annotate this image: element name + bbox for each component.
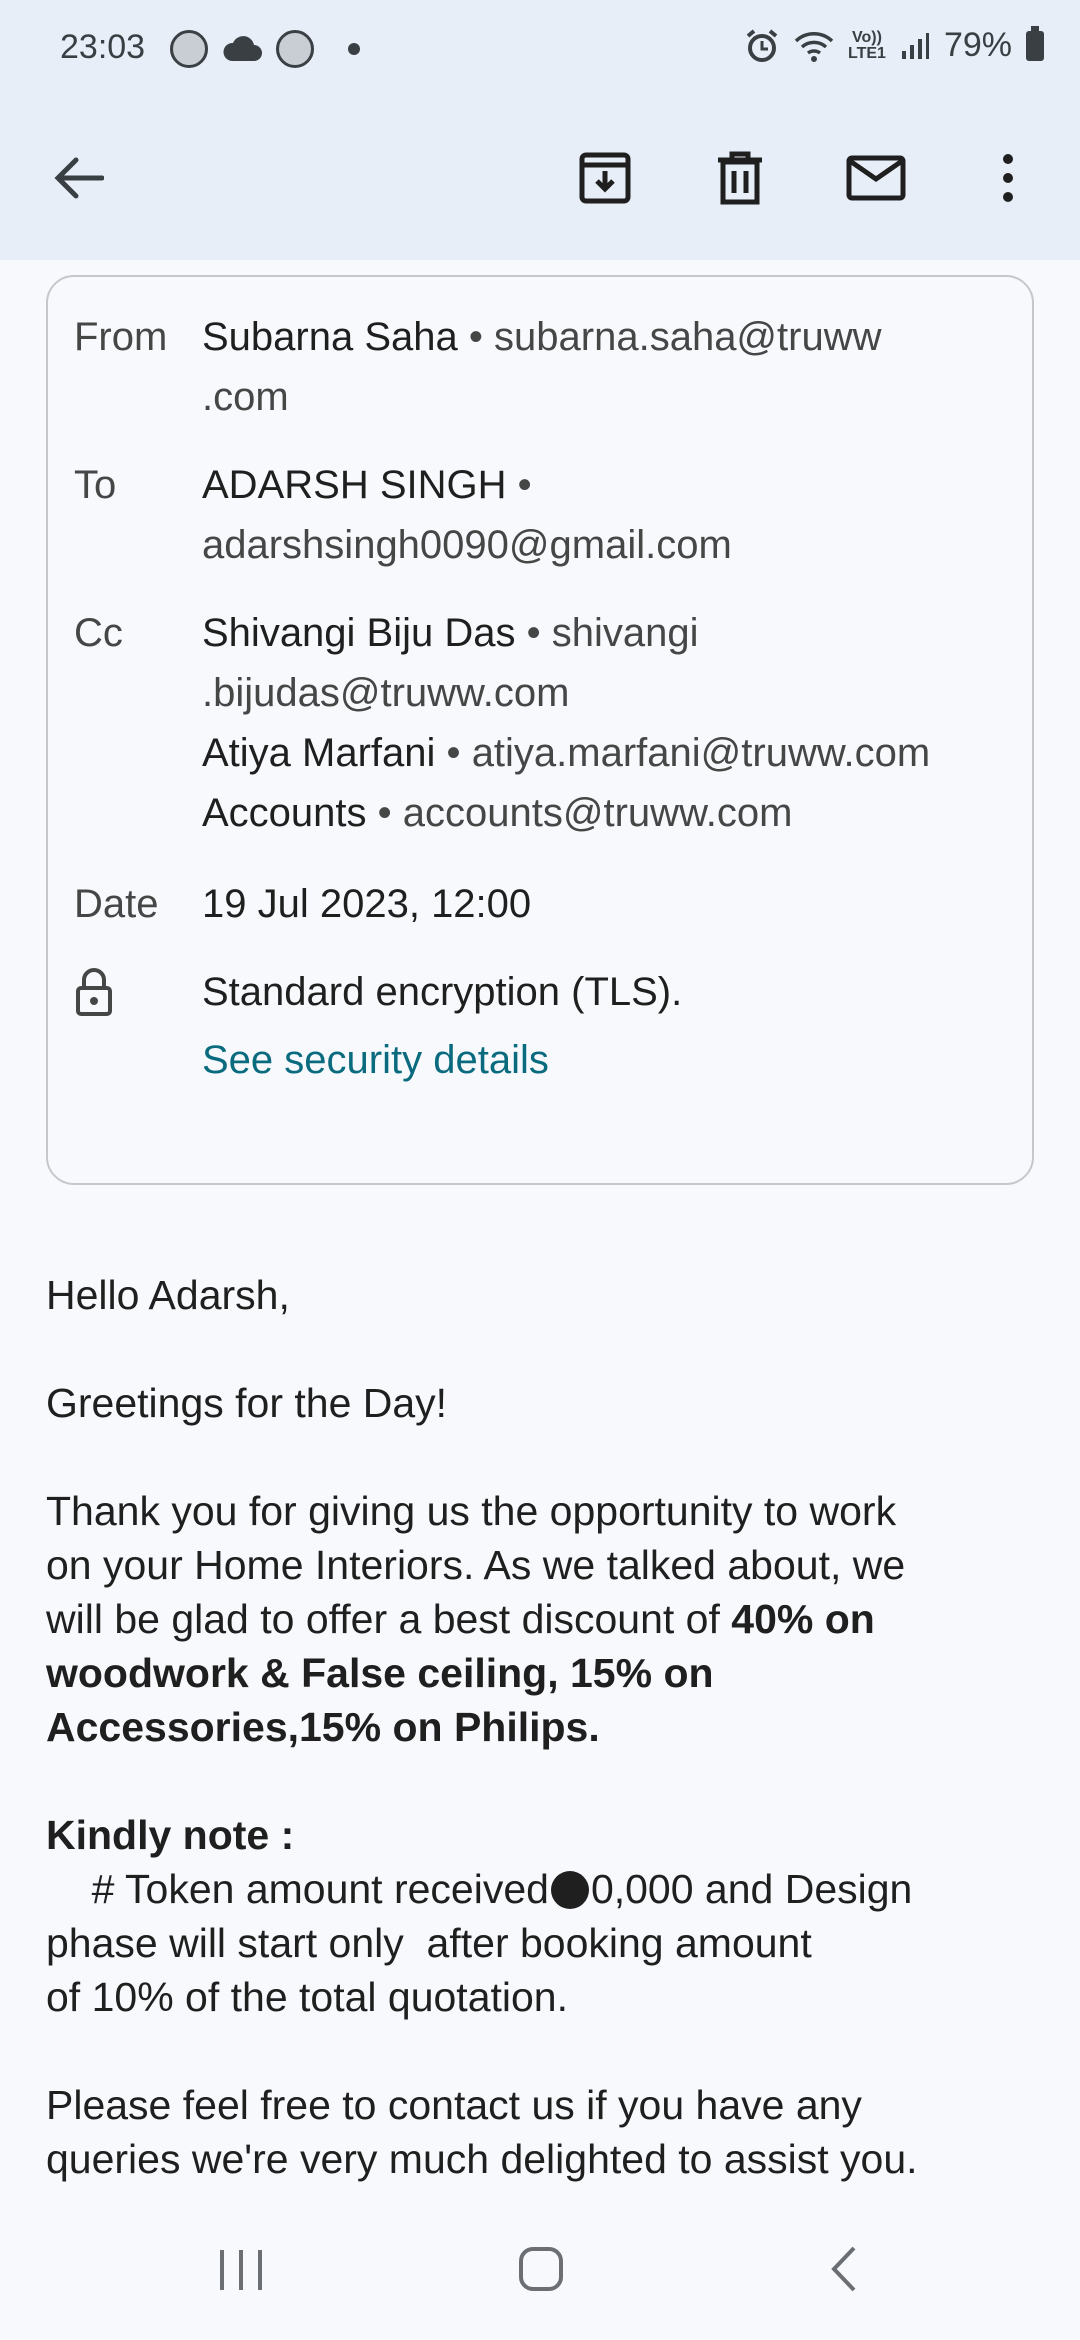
system-nav-bar <box>0 2200 1080 2340</box>
security-details-link[interactable]: See security details <box>202 1030 549 1090</box>
message-body: Hello Adarsh, Greetings for the Day! Tha… <box>46 1268 1066 2186</box>
sender-email-cont[interactable]: .com <box>202 375 289 419</box>
to-label: To <box>74 463 117 507</box>
body-line: woodwork & False ceiling, 15% on <box>46 1650 714 1696</box>
status-bar: 23:03 Vo)) LTE1 79% <box>0 0 1080 100</box>
cloud-icon <box>223 36 262 61</box>
app-notification-icon <box>276 30 314 68</box>
separator-dot: • <box>468 315 483 359</box>
body-line: Accessories,15% on Philips. <box>46 1704 600 1750</box>
back-icon[interactable] <box>826 2244 860 2294</box>
body-line: of 10% of the total quotation. <box>46 1974 568 2020</box>
note-heading: Kindly note : <box>46 1812 295 1858</box>
from-label: From <box>74 315 168 359</box>
notification-icons <box>170 30 360 68</box>
sender-email[interactable]: subarna.saha@truww <box>494 315 881 359</box>
archive-button[interactable] <box>565 138 645 218</box>
cc-email[interactable]: accounts@truww.com <box>403 791 793 835</box>
wifi-icon <box>794 31 834 62</box>
cc-label: Cc <box>74 611 123 655</box>
recipient-name[interactable]: ADARSH SINGH <box>202 463 507 507</box>
mail-icon <box>846 155 906 201</box>
separator-dot: • <box>377 791 392 835</box>
cc-email[interactable]: atiya.marfani@truww.com <box>472 731 931 775</box>
signal-icon <box>901 32 929 59</box>
system-icons: Vo)) LTE1 79% <box>744 25 1044 65</box>
more-notifications-dot <box>348 43 360 55</box>
body-line: # Token amount received 0,000 and Design <box>46 1866 913 1912</box>
separator-dot: • <box>526 611 541 655</box>
separator-dot: • <box>517 463 532 507</box>
recipient-email[interactable]: adarshsingh0090@gmail.com <box>202 523 732 567</box>
back-button[interactable] <box>38 138 118 218</box>
cc-email-cont[interactable]: .bijudas@truww.com <box>202 671 569 715</box>
more-vert-icon <box>1003 154 1013 202</box>
archive-icon <box>579 152 631 204</box>
battery-percent: 79% <box>943 26 1012 64</box>
delete-icon <box>718 151 762 205</box>
body-line: will be glad to offer a best discount of… <box>46 1596 875 1642</box>
cc-email[interactable]: shivangi <box>552 611 699 655</box>
greeting-line: Greetings for the Day! <box>46 1380 448 1426</box>
cc-name[interactable]: Shivangi Biju Das <box>202 611 516 655</box>
battery-icon <box>1026 25 1044 61</box>
body-line: on your Home Interiors. As we talked abo… <box>46 1542 906 1588</box>
body-line: queries we're very much delighted to ass… <box>46 2136 918 2182</box>
top-app-bar <box>0 100 1080 260</box>
app-notification-icon <box>170 30 208 68</box>
more-options-button[interactable] <box>968 138 1048 218</box>
sender-name[interactable]: Subarna Saha <box>202 315 458 359</box>
body-line: Thank you for giving us the opportunity … <box>46 1488 897 1534</box>
cc-name[interactable]: Accounts <box>202 791 367 835</box>
home-icon[interactable] <box>518 2246 564 2292</box>
recents-icon[interactable] <box>218 2248 264 2292</box>
back-arrow-icon <box>54 157 104 199</box>
cc-name[interactable]: Atiya Marfani <box>202 731 435 775</box>
message-details-card: From Subarna Saha • subarna.saha@truww .… <box>46 275 1034 1185</box>
greeting: Hello Adarsh, <box>46 1272 290 1318</box>
mark-unread-button[interactable] <box>836 138 916 218</box>
body-line: Please feel free to contact us if you ha… <box>46 2082 862 2128</box>
delete-button[interactable] <box>700 138 780 218</box>
date-value: 19 Jul 2023, 12:00 <box>202 882 532 926</box>
alarm-icon <box>746 28 778 62</box>
separator-dot: • <box>446 731 461 775</box>
redaction-mark <box>550 1871 589 1909</box>
lock-icon <box>74 968 114 1033</box>
body-line: phase will start only after booking amou… <box>46 1920 812 1966</box>
status-time: 23:03 <box>60 28 146 66</box>
encryption-text: Standard encryption (TLS). <box>202 970 683 1014</box>
volte-indicator: Vo)) LTE1 <box>848 28 886 62</box>
date-label: Date <box>74 882 159 926</box>
